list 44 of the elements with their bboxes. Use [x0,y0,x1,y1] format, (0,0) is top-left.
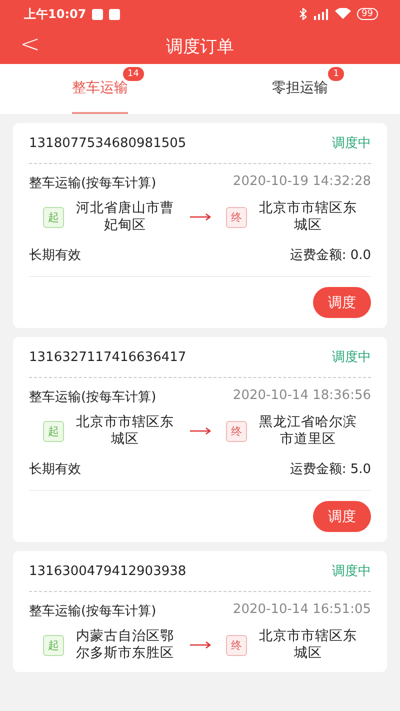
freight-amount: 运费金额: 5.0 [290,461,371,478]
end-tag: 终 [226,634,247,656]
destination-address: 黑龙江省哈尔滨市道里区 [258,414,358,448]
arrow-icon [190,641,212,649]
page-title: 调度订单 [166,36,234,58]
origin-address: 内蒙古自治区鄂尔多斯市东胜区 [75,628,175,662]
dispatch-button[interactable]: 调度 [313,287,371,318]
back-button[interactable]: < [16,30,44,58]
origin-address: 北京市市辖区东城区 [75,414,175,448]
arrow-icon [190,213,212,221]
destination-address: 北京市市辖区东城区 [258,628,358,662]
order-time: 2020-10-19 14:32:28 [232,174,371,191]
order-number: 1318077534680981505 [29,136,186,150]
order-time: 2020-10-14 16:51:05 [232,602,371,619]
order-number: 1316327117416636417 [29,350,186,364]
validity-text: 长期有效 [29,247,81,264]
start-tag: 起 [43,206,64,228]
transport-type: 整车运输(按每车计算) [29,175,156,192]
transport-type: 整车运输(按每车计算) [29,389,156,406]
arrow-icon [190,427,212,435]
freight-amount: 运费金额: 0.0 [290,247,371,264]
status-time: 上午10:07 [24,6,86,22]
validity-text: 长期有效 [29,461,81,478]
start-tag: 起 [43,634,64,656]
count-badge: 14 [122,67,144,81]
transport-type: 整车运输(按每车计算) [29,603,156,620]
order-status: 调度中 [332,349,371,366]
order-status: 调度中 [332,563,371,580]
start-tag: 起 [43,420,64,442]
signal-icon [312,8,329,20]
origin-address: 河北省唐山市曹妃甸区 [75,200,175,234]
tab[interactable]: 零担运输 1 [200,64,400,114]
order-status: 调度中 [332,135,371,152]
order-number: 1316300479412903938 [29,564,186,578]
bluetooth-icon [298,8,307,20]
destination-address: 北京市市辖区东城区 [258,200,358,234]
wifi-icon [334,8,351,20]
tab[interactable]: 整车运输 14 [0,64,200,114]
end-tag: 终 [226,206,247,228]
dispatch-button[interactable]: 调度 [313,501,371,532]
end-tag: 终 [226,420,247,442]
order-time: 2020-10-14 18:36:56 [232,388,371,405]
count-badge: 1 [328,67,344,81]
battery-icon: 99 [356,8,378,20]
